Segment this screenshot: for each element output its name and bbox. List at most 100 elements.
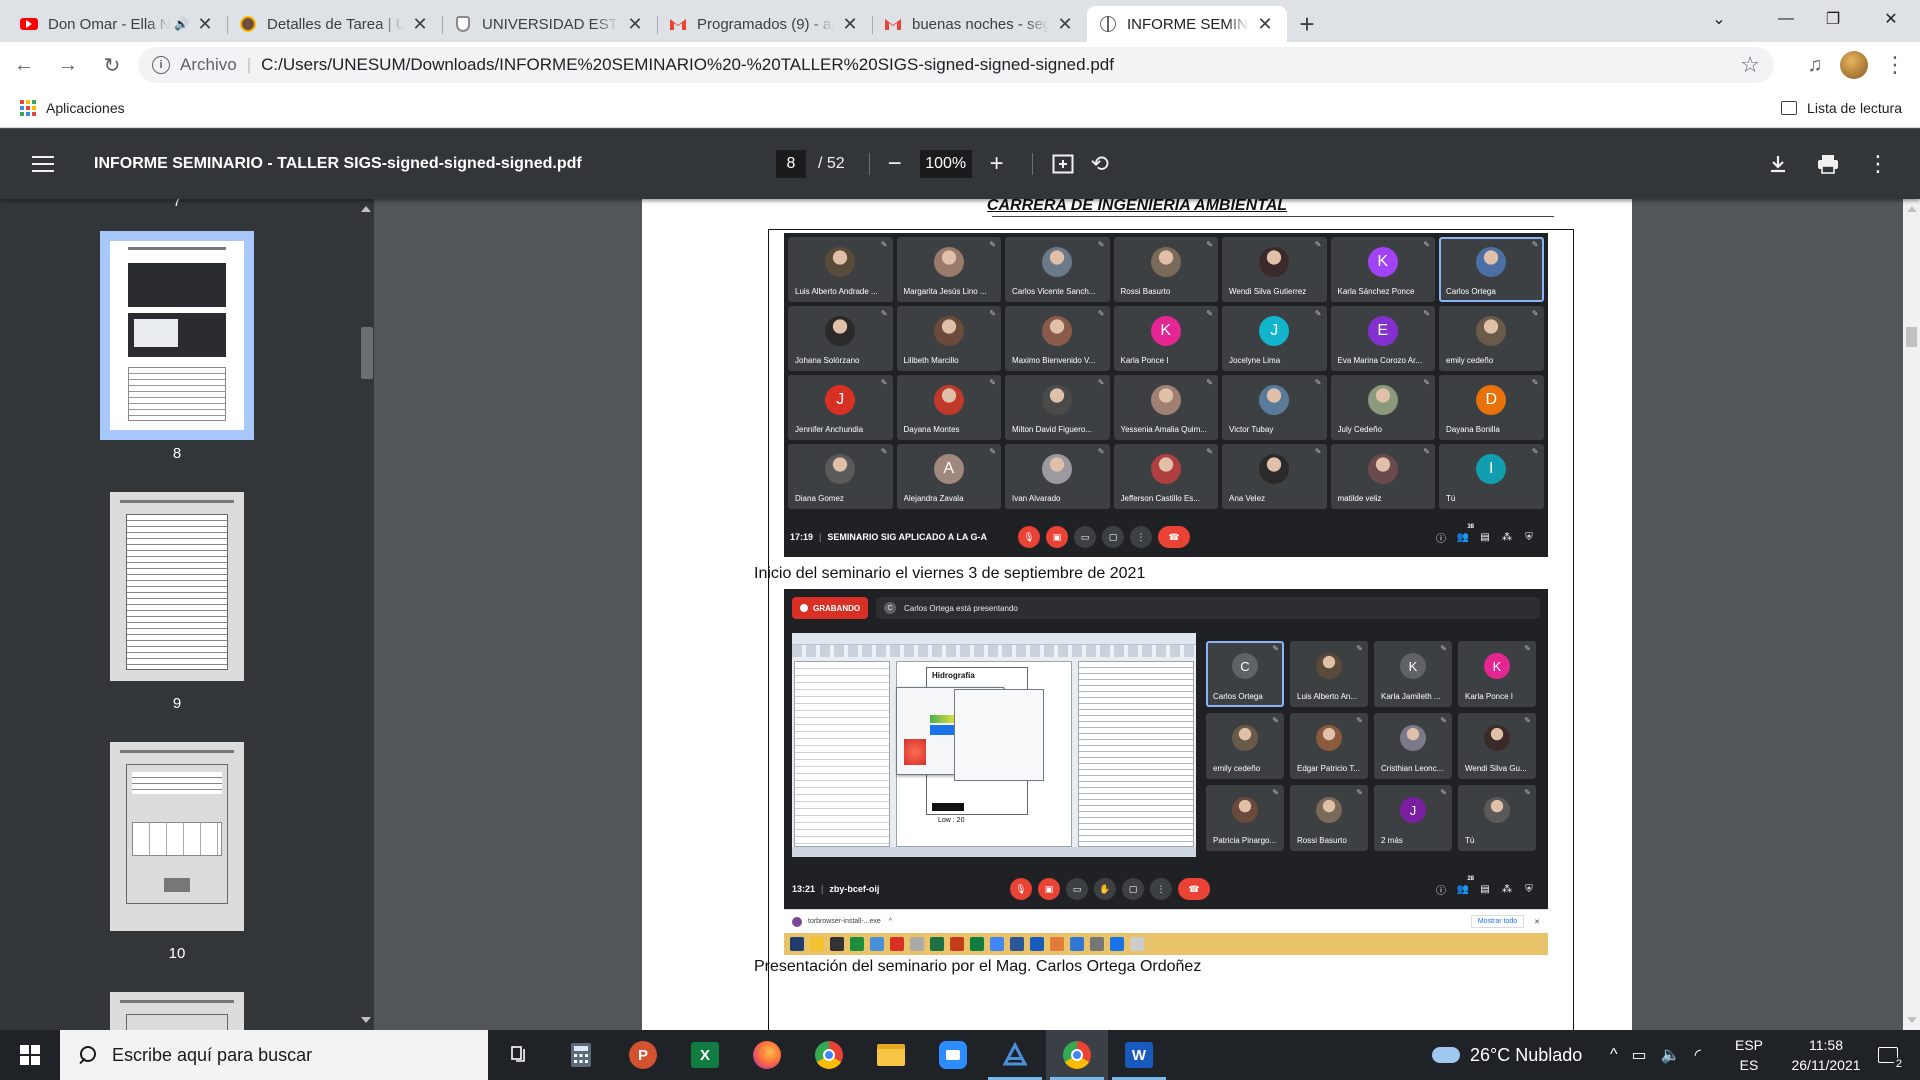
gmail-icon [884, 15, 902, 33]
close-tab-icon[interactable]: ✕ [625, 14, 645, 35]
participant-tile: ✎ matilde veliz [1330, 444, 1435, 509]
reading-list-button[interactable]: Lista de lectura [1781, 100, 1902, 116]
participant-avatar: K [1400, 653, 1426, 680]
close-tab-icon[interactable]: ✕ [1255, 14, 1275, 35]
close-tab-icon[interactable]: ✕ [410, 14, 430, 35]
close-tab-icon[interactable]: ✕ [840, 14, 860, 35]
pin-icon: ✎ [880, 240, 888, 249]
pin-icon: ✎ [880, 309, 888, 318]
minimize-button[interactable]: — [1761, 0, 1811, 38]
participant-avatar [1316, 653, 1342, 680]
scroll-thumb[interactable] [361, 327, 373, 379]
omnibox-url[interactable]: C:/Users/UNESUM/Downloads/INFORME%20SEMI… [261, 55, 1114, 75]
site-info-icon[interactable]: i [152, 56, 170, 74]
file-explorer-icon[interactable] [860, 1030, 922, 1080]
scroll-up-arrow[interactable] [1907, 206, 1917, 212]
download-icon[interactable] [1766, 155, 1790, 173]
crest-icon [454, 15, 472, 33]
close-tab-icon[interactable]: ✕ [195, 14, 215, 35]
calculator-icon[interactable] [550, 1030, 612, 1080]
tab-search-icon[interactable]: ⌄ [1694, 0, 1744, 38]
pdf-more-icon[interactable]: ⋮ [1867, 151, 1889, 177]
apps-bookmark[interactable]: Aplicaciones [46, 100, 125, 116]
sidebar-scrollbar[interactable] [358, 199, 374, 1030]
zoom-in-icon[interactable]: + [972, 150, 1022, 178]
participant-tile: ✎ Ana Velez [1222, 444, 1327, 509]
page-number-input[interactable]: 8 [776, 150, 806, 178]
apps-icon[interactable] [20, 99, 36, 116]
excel-icon[interactable]: X [674, 1030, 736, 1080]
participant-avatar [1232, 725, 1258, 752]
restore-button[interactable]: ❐ [1808, 0, 1858, 38]
participant-avatar: J [1259, 315, 1290, 346]
rotate-icon[interactable]: ⟲ [1090, 151, 1108, 177]
forward-button[interactable]: → [50, 47, 86, 83]
more-menu-icon[interactable]: ⋮ [1880, 50, 1910, 80]
volume-icon[interactable]: 🔈 [1661, 1045, 1681, 1065]
chevron-up-icon[interactable]: ^ [1610, 1046, 1618, 1064]
battery-icon[interactable]: ▭ [1632, 1045, 1647, 1065]
participant-avatar: I [1476, 453, 1507, 484]
browser-tab[interactable]: UNIVERSIDAD ESTATAL DEL SUR DE MANABI ✕ [442, 6, 657, 42]
zoom-out-icon[interactable]: − [870, 150, 920, 178]
participant-name: Tú [1446, 494, 1456, 503]
scroll-down-arrow[interactable] [1907, 1017, 1917, 1023]
browser-tab[interactable]: buenas noches - seguimiento ✕ [872, 6, 1087, 42]
clock[interactable]: 11:58 26/11/2021 [1790, 1030, 1862, 1080]
profile-avatar[interactable] [1838, 50, 1870, 80]
participant-tile: K ✎ Karla Ponce I [1458, 641, 1536, 707]
close-tab-icon[interactable]: ✕ [1055, 14, 1075, 35]
powerpoint-icon[interactable]: P [612, 1030, 674, 1080]
zoom-level-input[interactable]: 100% [919, 150, 972, 178]
document-scrollbar[interactable] [1903, 199, 1920, 1030]
word-icon[interactable]: W [1108, 1030, 1170, 1080]
host-controls-icon: ⛨ [1525, 883, 1533, 895]
back-button[interactable]: ← [6, 47, 42, 83]
browser-tab[interactable]: Programados (9) - andrea.a ✕ [657, 6, 872, 42]
thumbnail-page-11[interactable] [110, 992, 244, 1030]
address-bar[interactable]: i Archivo | C:/Users/UNESUM/Downloads/IN… [138, 47, 1774, 83]
close-window-button[interactable]: ✕ [1866, 0, 1916, 38]
teams-like-app-icon[interactable] [984, 1030, 1046, 1080]
media-controls-icon[interactable]: ♫ [1800, 50, 1830, 80]
scroll-down-arrow[interactable] [361, 1017, 371, 1023]
lang-bottom: ES [1739, 1057, 1759, 1073]
notification-center[interactable]: 2 [1868, 1030, 1908, 1080]
fit-to-page-icon[interactable] [1033, 154, 1093, 174]
tab-title: Don Omar - Ella No Sigue Modas [48, 15, 171, 33]
print-icon[interactable] [1814, 154, 1842, 174]
scroll-up-arrow[interactable] [361, 206, 371, 212]
start-button[interactable] [0, 1030, 60, 1080]
participant-tile: ✎ Wendi Silva Gutierrez [1222, 237, 1327, 302]
new-tab-button[interactable]: + [1287, 6, 1327, 42]
thumbnail-page-8[interactable] [110, 241, 244, 430]
browser-tab[interactable]: INFORME SEMINARIO - TALLER ✕ [1087, 6, 1287, 42]
pdf-page: CARRERA DE INGENIERÍA AMBIENTAL ✎ Luis Al… [642, 199, 1632, 1030]
taskbar-search[interactable]: Escribe aquí para buscar [60, 1030, 488, 1080]
browser-tab[interactable]: Detalles de Tarea | Unidad Educativa ✕ [227, 6, 442, 42]
thumbnail-page-9[interactable] [110, 492, 244, 681]
meet-separator: | [819, 532, 822, 542]
search-icon [78, 1046, 96, 1064]
page-total: / 52 [818, 155, 845, 172]
participant-tile: ✎ Edgar Patricio T... [1290, 713, 1368, 779]
pdf-title: INFORME SEMINARIO - TALLER SIGS-signed-s… [94, 155, 582, 172]
chrome-icon[interactable] [798, 1030, 860, 1080]
language-indicator[interactable]: ESP ES [1735, 1030, 1763, 1080]
participant-avatar: D [1476, 384, 1507, 415]
bookmark-star-icon[interactable]: ☆ [1740, 52, 1760, 78]
thumbnail-page-10[interactable] [110, 742, 244, 931]
zoom-app-icon[interactable] [922, 1030, 984, 1080]
people-count: 28 [1467, 876, 1474, 882]
chrome-active-icon[interactable] [1046, 1030, 1108, 1080]
wifi-icon[interactable]: ◜ [1695, 1045, 1701, 1065]
browser-tab[interactable]: Don Omar - Ella No Sigue Modas🔊 ✕ [8, 6, 227, 42]
weather-widget[interactable]: 26°C Nublado [1432, 1030, 1582, 1080]
reload-button[interactable]: ↻ [94, 47, 130, 83]
sidebar-toggle-icon[interactable] [32, 156, 54, 172]
task-view-icon[interactable] [488, 1030, 550, 1080]
firefox-icon[interactable] [736, 1030, 798, 1080]
participant-avatar [1476, 246, 1507, 277]
scroll-thumb[interactable] [1906, 327, 1917, 347]
speaker-icon[interactable]: 🔊 [174, 17, 189, 31]
